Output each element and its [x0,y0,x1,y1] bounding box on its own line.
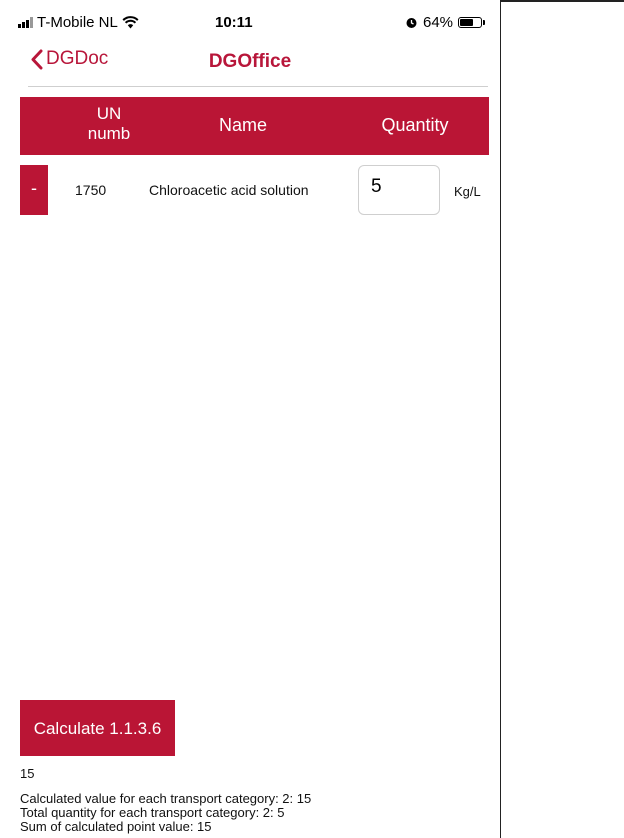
header-name: Name [218,115,267,135]
header-un-line2: numb [87,124,131,143]
calculate-button[interactable]: Calculate 1.1.3.6 [20,700,175,756]
cell-substance-name: Chloroacetic acid solution [149,182,309,198]
signal-icon [18,17,33,28]
header-quantity: Quantity [381,115,449,135]
result-line: Total quantity for each transport catego… [20,805,285,820]
result-details: Calculated value for each transport cate… [20,792,311,834]
header-un-number: UN numb [72,104,146,144]
status-bar: T-Mobile NL 10:11 64% [0,0,500,42]
status-right: 64% [405,14,486,31]
screen: T-Mobile NL 10:11 64% DGDoc DGOffice UN … [0,0,624,838]
table-row: - 1750 Chloroacetic acid solution Kg/L [20,165,489,215]
result-value: 15 [20,766,35,781]
wifi-icon [122,16,139,29]
cell-un-number: 1750 [75,182,107,198]
alarm-icon [406,18,417,28]
battery-percent: 64% [423,14,454,31]
frame-top-edge [500,0,624,2]
quantity-input[interactable] [358,165,440,215]
status-time: 10:11 [215,14,253,31]
page-title: DGOffice [208,51,292,72]
cell-unit: Kg/L [454,184,481,199]
result-line: Calculated value for each transport cate… [20,791,312,806]
carrier-name: T-Mobile NL [37,14,118,31]
header-un-line1: UN [96,104,122,123]
remove-row-button[interactable]: - [20,165,48,215]
battery-icon [458,17,483,28]
carrier-area: T-Mobile NL [18,14,139,31]
nav-bar: DGDoc DGOffice [0,42,500,84]
table-header: UN numb Name Quantity [20,97,489,155]
nav-divider [28,86,488,87]
result-line: Sum of calculated point value: 15 [20,819,212,834]
battery-tip [483,20,486,25]
phone-screen: T-Mobile NL 10:11 64% DGDoc DGOffice UN … [0,0,500,838]
frame-right-edge [500,0,501,838]
